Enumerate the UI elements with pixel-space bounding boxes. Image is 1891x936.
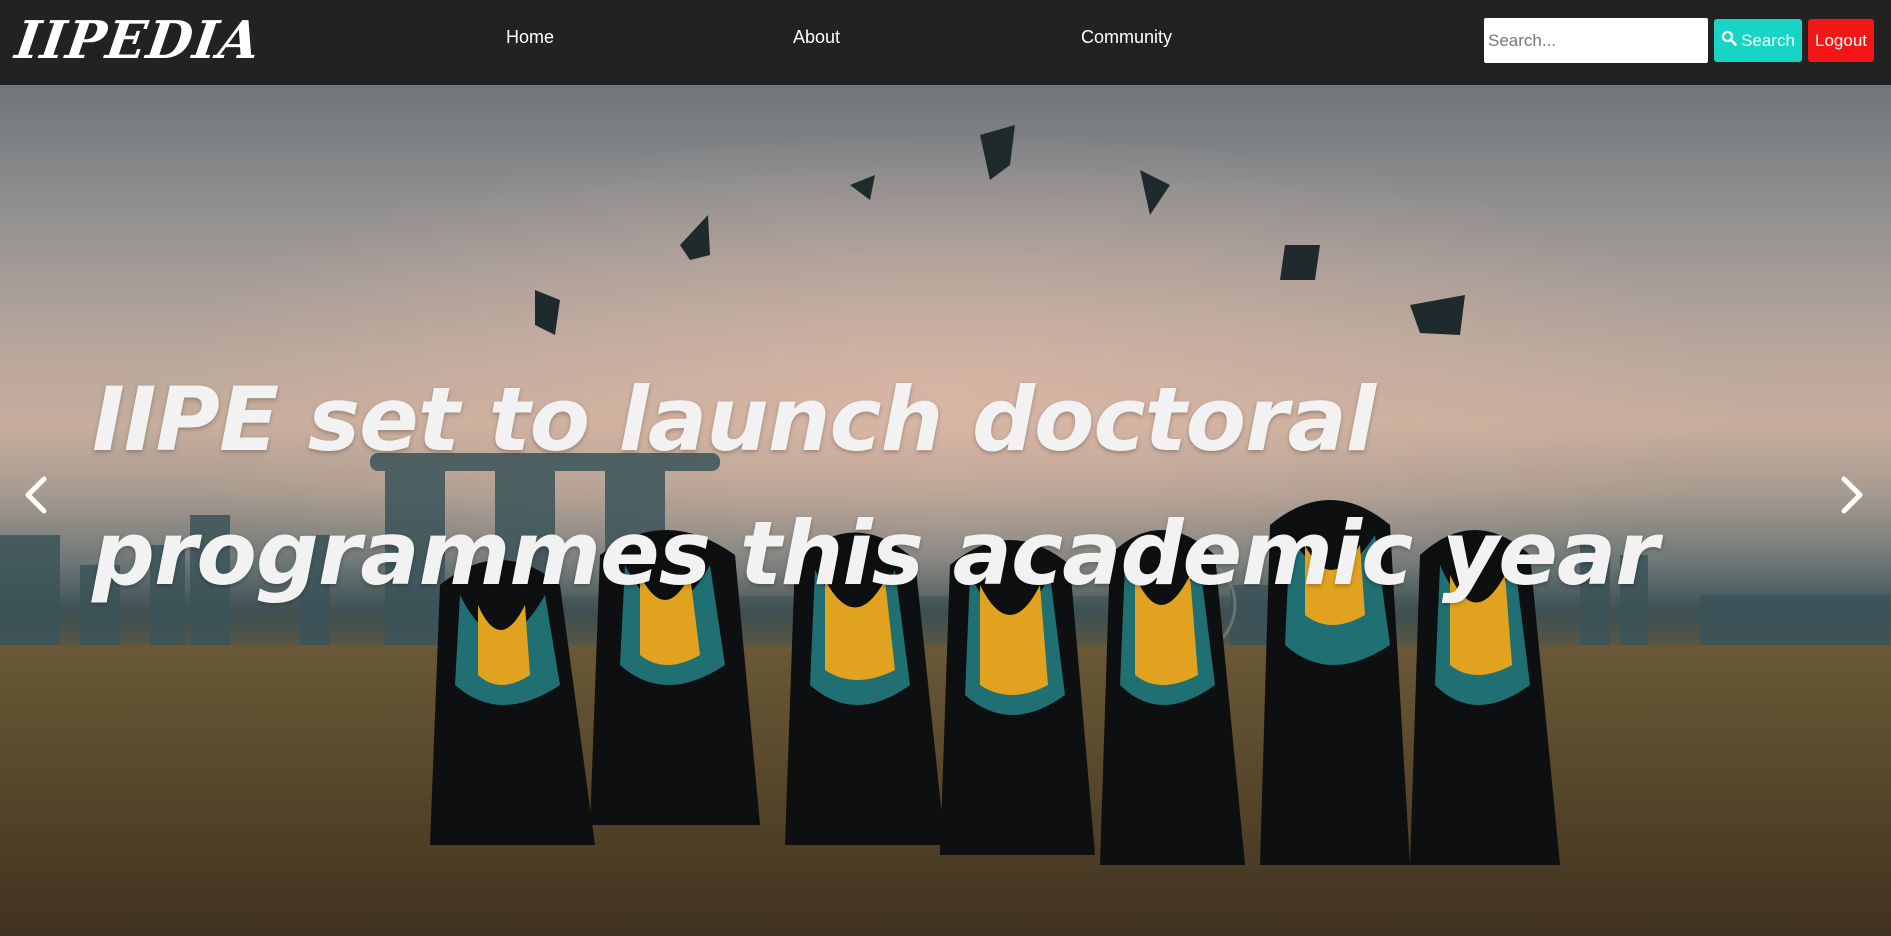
nav-link-home[interactable]: Home bbox=[506, 27, 554, 48]
carousel-caption: IIPE set to launch doctoral programmes t… bbox=[92, 368, 1659, 605]
nav-link-about[interactable]: About bbox=[793, 27, 840, 48]
search-button[interactable]: Search bbox=[1714, 19, 1802, 62]
hero-carousel: IIPE set to launch doctoral programmes t… bbox=[0, 85, 1891, 936]
logout-button[interactable]: Logout bbox=[1808, 19, 1874, 62]
search-input[interactable] bbox=[1484, 18, 1708, 63]
chevron-right-icon bbox=[1838, 475, 1866, 520]
search-icon bbox=[1721, 30, 1737, 51]
site-logo[interactable]: IIPEDIA bbox=[12, 10, 265, 71]
search-button-label: Search bbox=[1741, 30, 1795, 50]
chevron-left-icon bbox=[22, 475, 50, 520]
top-navbar: IIPEDIA Home About Community Search Logo… bbox=[0, 0, 1891, 85]
carousel-next-button[interactable] bbox=[1830, 467, 1874, 527]
carousel-prev-button[interactable] bbox=[14, 467, 58, 527]
nav-link-community[interactable]: Community bbox=[1081, 27, 1172, 48]
